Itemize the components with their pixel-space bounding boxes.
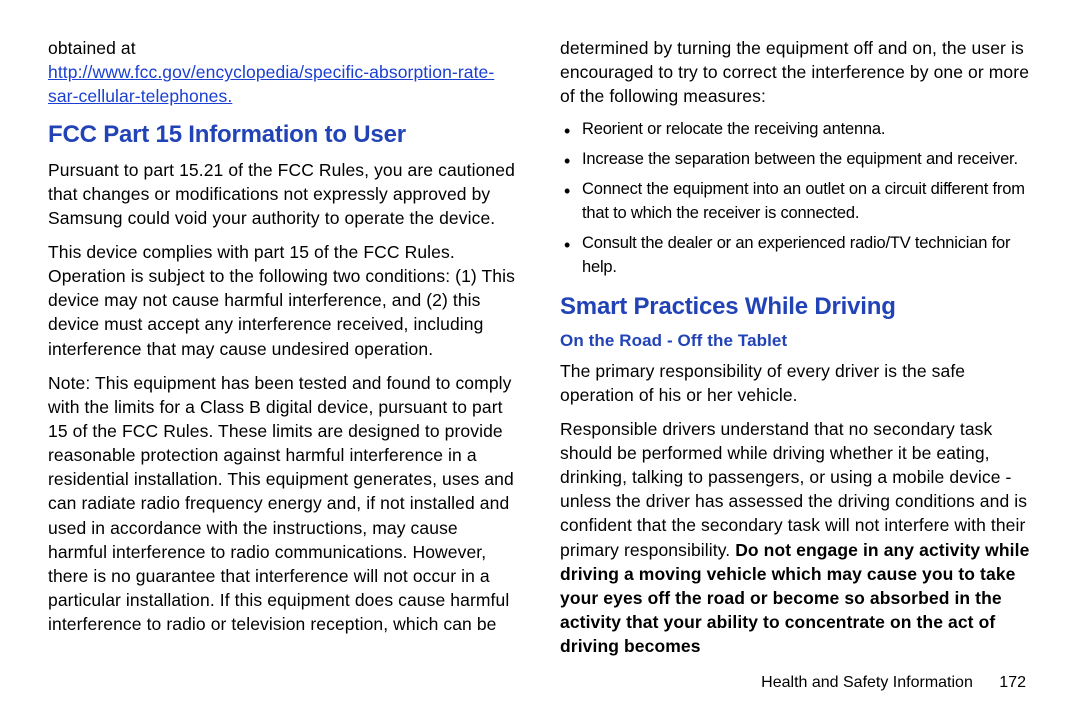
subheading-on-the-road: On the Road - Off the Tablet [560,329,1032,352]
interference-continue: determined by turning the equipment off … [560,36,1032,108]
heading-fcc-part-15: FCC Part 15 Information to User [48,118,520,151]
left-column: obtained at http://www.fcc.gov/encyclope… [48,36,520,660]
interference-bullets: Reorient or relocate the receiving anten… [560,118,1032,280]
driving-para-2-normal: Responsible drivers understand that no s… [560,419,1027,560]
fcc-para-2: This device complies with part 15 of the… [48,240,520,361]
heading-smart-practices: Smart Practices While Driving [560,290,1032,323]
driving-para-2: Responsible drivers understand that no s… [560,417,1032,658]
page-footer: Health and Safety Information 172 [761,674,1026,692]
bullet-reorient: Reorient or relocate the receiving anten… [560,118,1032,142]
fcc-para-3: Note: This equipment has been tested and… [48,371,520,637]
footer-section-label: Health and Safety Information [761,674,973,691]
fcc-sar-link[interactable]: http://www.fcc.gov/encyclopedia/specific… [48,62,494,106]
driving-para-1: The primary responsibility of every driv… [560,359,1032,407]
obtained-at-line: obtained at http://www.fcc.gov/encyclope… [48,36,520,108]
bullet-consult: Consult the dealer or an experienced rad… [560,232,1032,280]
right-column: determined by turning the equipment off … [560,36,1032,660]
fcc-para-1: Pursuant to part 15.21 of the FCC Rules,… [48,158,520,230]
obtained-at-text: obtained at [48,38,136,58]
bullet-separation: Increase the separation between the equi… [560,148,1032,172]
footer-page-number: 172 [999,674,1026,692]
bullet-outlet: Connect the equipment into an outlet on … [560,178,1032,226]
